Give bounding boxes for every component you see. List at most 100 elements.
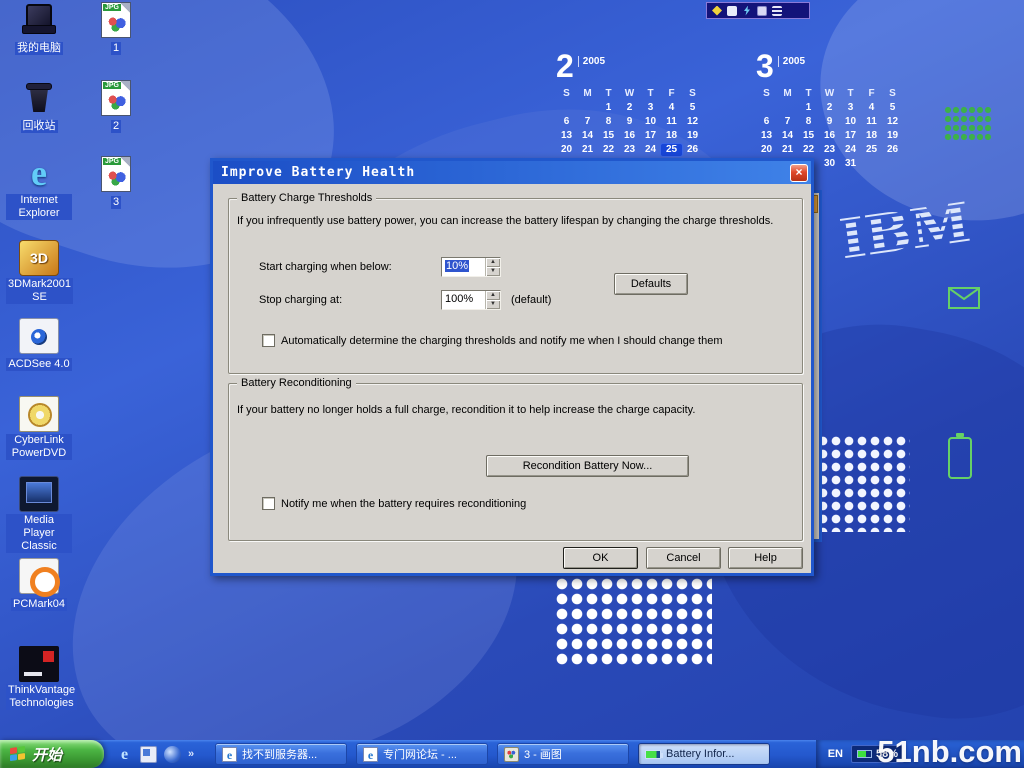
calendar-day: 4: [661, 102, 682, 114]
jpg-file-icon: [101, 2, 131, 38]
desktop-icon-3dmark2001[interactable]: 3DMark2001 SE: [6, 240, 72, 305]
start-charging-label: Start charging when below:: [259, 261, 392, 273]
desktop-icon-media-player-classic[interactable]: Media Player Classic: [6, 476, 72, 554]
calendar-day: 15: [598, 130, 619, 142]
language-indicator[interactable]: EN: [828, 748, 843, 760]
calendar-year: 2005: [578, 56, 605, 67]
calendar-day-header: S: [882, 88, 903, 100]
task-label: 3 - 画图: [524, 746, 562, 762]
tray-battery-indicator[interactable]: 58%: [851, 745, 904, 763]
calendar-day: 11: [861, 116, 882, 128]
calendar-day: 1: [798, 102, 819, 114]
quicklaunch-show-desktop-icon[interactable]: [140, 746, 157, 763]
start-charging-spinner[interactable]: 10% ▲ ▼: [441, 257, 501, 277]
calendar-day: 2: [619, 102, 640, 114]
calendar-year: 2005: [778, 56, 805, 67]
taskbar-task-server-not-found[interactable]: 找不到服务器...: [215, 743, 347, 765]
calendar-day: 6: [556, 116, 577, 128]
calendar-day: 8: [598, 116, 619, 128]
calendar-day: 14: [777, 130, 798, 142]
auto-determine-checkbox[interactable]: [262, 334, 275, 347]
3dmark-icon: [19, 240, 59, 276]
desktop-icon-label: 2: [111, 120, 121, 133]
quicklaunch-overflow-icon[interactable]: »: [188, 746, 198, 763]
desktop-icon-pcmark04[interactable]: PCMark04: [6, 558, 72, 612]
taskbar-task-paint[interactable]: 3 - 画图: [497, 743, 629, 765]
battery-graphic: [948, 437, 972, 479]
calendar-day: [756, 102, 777, 114]
calendar-day: 26: [882, 144, 903, 156]
wallpaper-mini-toolbar: [706, 2, 810, 19]
defaults-button[interactable]: Defaults: [614, 273, 688, 295]
task-label: 找不到服务器...: [242, 746, 317, 762]
stop-charging-value[interactable]: 100%: [442, 291, 485, 309]
calendar-day: 12: [882, 116, 903, 128]
desktop-icon-thinkvantage[interactable]: ThinkVantage Technologies: [6, 646, 72, 711]
desktop-file-3[interactable]: 3: [88, 156, 144, 210]
taskbar-task-forum[interactable]: 专门网论坛 - ...: [356, 743, 488, 765]
taskbar-task-battery-information[interactable]: Battery Infor...: [638, 743, 770, 765]
recondition-battery-button[interactable]: Recondition Battery Now...: [486, 455, 689, 477]
desktop-file-2[interactable]: 2: [88, 80, 144, 134]
spinner-down-icon[interactable]: ▼: [486, 300, 500, 309]
calendar-day: 5: [882, 102, 903, 114]
group-title: Battery Reconditioning: [237, 377, 356, 389]
calendar-day-header: F: [661, 88, 682, 100]
calendar-day: 9: [619, 116, 640, 128]
my-computer-icon: [19, 2, 59, 38]
desktop-icon-my-computer[interactable]: 我的电脑: [6, 2, 72, 56]
quicklaunch-ie-icon[interactable]: [116, 746, 133, 763]
calendar-day: 18: [661, 130, 682, 142]
close-icon[interactable]: ×: [790, 164, 808, 182]
ok-button[interactable]: OK: [563, 547, 638, 569]
dialog-titlebar[interactable]: Improve Battery Health ×: [213, 161, 811, 184]
desktop-file-1[interactable]: 1: [88, 2, 144, 56]
calendar-day-header: S: [682, 88, 703, 100]
spinner-up-icon[interactable]: ▲: [486, 258, 500, 267]
calendar-day-header: F: [861, 88, 882, 100]
desktop-icon-label: 1: [111, 42, 121, 55]
desktop-icon-label: Internet Explorer: [6, 194, 72, 220]
notify-reconditioning-checkbox-label[interactable]: Notify me when the battery requires reco…: [281, 498, 526, 510]
stop-charging-spinner[interactable]: 100% ▲ ▼: [441, 290, 501, 310]
desktop-icon-label: CyberLink PowerDVD: [6, 434, 72, 460]
desktop-icon-internet-explorer[interactable]: Internet Explorer: [6, 156, 72, 221]
calendar-day: 20: [756, 144, 777, 156]
desktop-icon-acdsee[interactable]: ACDSee 4.0: [6, 318, 72, 372]
svg-text:IBM: IBM: [836, 190, 974, 272]
auto-determine-checkbox-label[interactable]: Automatically determine the charging thr…: [281, 335, 722, 347]
calendar-day: 17: [840, 130, 861, 142]
internet-explorer-icon: [19, 156, 59, 192]
calendar-month-number: 3: [756, 50, 774, 82]
spinner-up-icon[interactable]: ▲: [486, 291, 500, 300]
calendar-day-header: W: [819, 88, 840, 100]
battery-icon: [645, 750, 661, 759]
calendar-day: [556, 102, 577, 114]
desktop-icon-powerdvd[interactable]: CyberLink PowerDVD: [6, 396, 72, 461]
quicklaunch-media-player-icon[interactable]: [164, 746, 181, 763]
calendar-day: 9: [819, 116, 840, 128]
calendar-day-header: W: [619, 88, 640, 100]
spinner-down-icon[interactable]: ▼: [486, 267, 500, 276]
default-suffix-label: (default): [511, 294, 551, 306]
desktop-icon-recycle-bin[interactable]: 回收站: [6, 80, 72, 134]
help-button[interactable]: Help: [728, 547, 803, 569]
start-charging-value[interactable]: 10%: [442, 258, 485, 276]
spinner-arrows: ▲ ▼: [485, 258, 500, 276]
notify-reconditioning-checkbox[interactable]: [262, 497, 275, 510]
calendar-day: [861, 158, 882, 170]
calendar-day: [777, 102, 798, 114]
desktop-icon-label: 3DMark2001 SE: [6, 278, 73, 304]
calendar-day: 19: [882, 130, 903, 142]
windows-flag-icon: [10, 746, 26, 762]
media-player-classic-icon: [19, 476, 59, 512]
envelope-icon: [948, 287, 980, 309]
recycle-bin-icon: [19, 80, 59, 116]
calendar-day-header: M: [577, 88, 598, 100]
calendar-day-header: S: [556, 88, 577, 100]
quick-launch-bar: »: [104, 746, 206, 763]
calendar-day: 22: [798, 144, 819, 156]
calendar-day: 26: [682, 144, 703, 156]
cancel-button[interactable]: Cancel: [646, 547, 721, 569]
start-button[interactable]: 开始: [0, 740, 104, 768]
